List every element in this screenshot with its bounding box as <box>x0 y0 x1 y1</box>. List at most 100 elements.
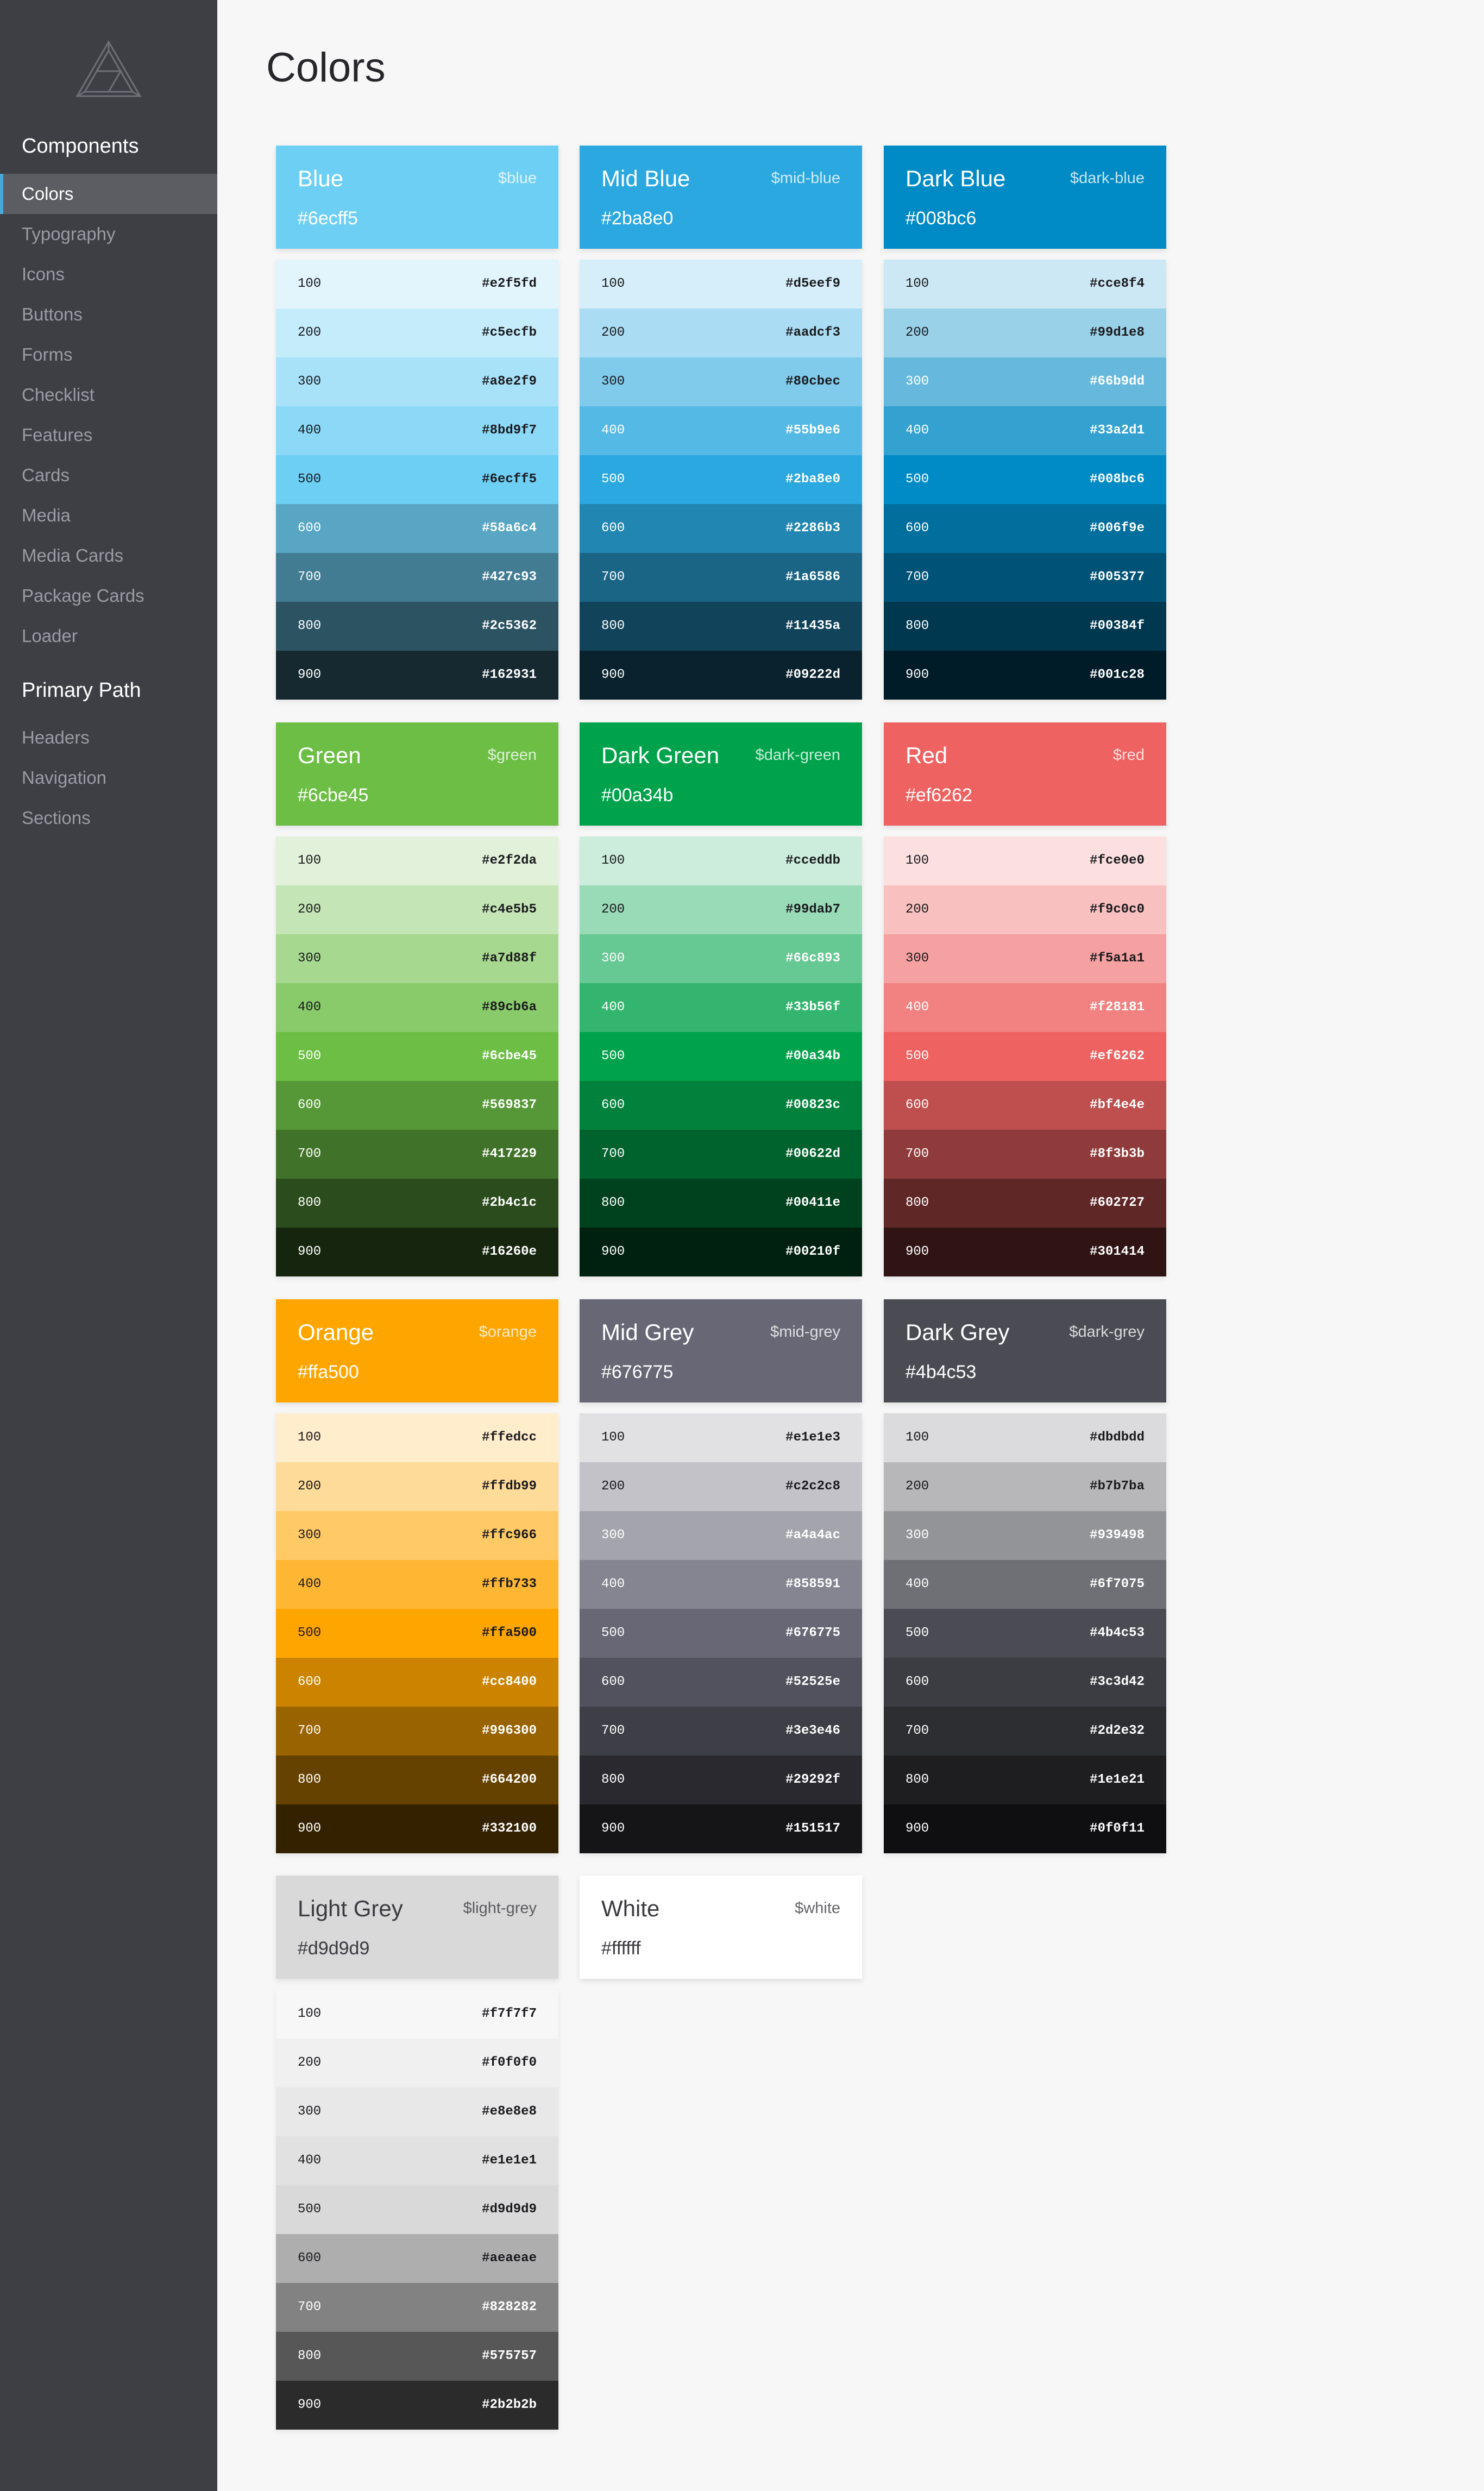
sidebar-item-forms[interactable]: Forms <box>0 335 217 375</box>
shade-number: 400 <box>601 423 625 438</box>
sidebar-item-loader[interactable]: Loader <box>0 616 217 656</box>
shade-hex: #c2c2c8 <box>785 1479 840 1494</box>
shade-row: 600 #52525e <box>580 1658 862 1707</box>
shade-hex: #ef6262 <box>1090 1049 1145 1064</box>
shade-number: 900 <box>298 1244 322 1259</box>
shade-number: 600 <box>298 1098 322 1112</box>
shade-number: 100 <box>298 2006 322 2021</box>
color-card-header: White $white #ffffff <box>580 1876 862 1979</box>
sidebar-item-media[interactable]: Media <box>0 495 217 536</box>
shade-row: 200 #99d1e8 <box>884 309 1166 357</box>
shade-hex: #f9c0c0 <box>1090 902 1145 917</box>
shade-row: 100 #e2f2da <box>276 836 558 885</box>
shade-row: 300 #a4a4ac <box>580 1511 862 1560</box>
shade-row: 800 #29292f <box>580 1756 862 1804</box>
shade-hex: #602727 <box>1090 1196 1145 1210</box>
shade-number: 700 <box>601 570 625 584</box>
shade-number: 400 <box>298 2153 322 2168</box>
shade-number: 500 <box>298 1626 322 1640</box>
color-hex: #676775 <box>601 1362 674 1382</box>
sidebar-item-features[interactable]: Features <box>0 415 217 455</box>
color-card-header: Mid Blue $mid-blue #2ba8e0 <box>580 146 862 249</box>
shade-row: 800 #1e1e21 <box>884 1756 1166 1804</box>
shade-number: 900 <box>906 1821 929 1836</box>
sidebar-item-headers[interactable]: Headers <box>0 718 217 758</box>
shade-number: 600 <box>298 1675 322 1689</box>
shade-number: 700 <box>298 2300 322 2314</box>
sidebar-item-navigation[interactable]: Navigation <box>0 758 217 798</box>
shade-number: 700 <box>906 1723 929 1738</box>
shade-number: 400 <box>906 1577 929 1592</box>
shade-number: 800 <box>601 1196 625 1210</box>
sidebar-item-media-cards[interactable]: Media Cards <box>0 536 217 576</box>
color-card-header: Orange $orange #ffa500 <box>276 1299 558 1402</box>
shade-hex: #4b4c53 <box>1090 1626 1145 1640</box>
shade-number: 300 <box>601 374 625 389</box>
shade-number: 700 <box>906 570 929 584</box>
shade-number: 500 <box>601 472 625 487</box>
shade-hex: #cce8f4 <box>1090 276 1145 291</box>
shade-number: 900 <box>906 668 929 682</box>
shade-number: 900 <box>601 1244 625 1259</box>
shade-row: 800 #2b4c1c <box>276 1179 558 1228</box>
shade-row: 400 #33a2d1 <box>884 406 1166 455</box>
color-card-header: Dark Green $dark-green #00a34b <box>580 722 862 826</box>
shade-number: 100 <box>906 1430 929 1445</box>
shade-hex: #00a34b <box>785 1049 840 1064</box>
shade-row: 900 #162931 <box>276 651 558 700</box>
shade-row: 600 #2286b3 <box>580 504 862 553</box>
color-hex: #008bc6 <box>906 208 977 229</box>
shade-row: 300 #a7d88f <box>276 934 558 983</box>
shade-number: 100 <box>298 853 322 868</box>
color-name: Mid Blue <box>601 166 690 191</box>
color-name: Dark Grey <box>906 1319 1010 1345</box>
shade-row: 800 #575757 <box>276 2332 558 2381</box>
color-variable: $mid-grey <box>770 1323 840 1341</box>
sidebar-item-cards[interactable]: Cards <box>0 455 217 495</box>
impossible-triangle-logo-icon[interactable] <box>75 40 142 98</box>
shade-number: 200 <box>601 902 625 917</box>
shade-hex: #55b9e6 <box>785 423 840 438</box>
shade-hex: #11435a <box>785 619 840 633</box>
shade-hex: #e2f5fd <box>482 276 537 291</box>
shade-row: 300 #66c893 <box>580 934 862 983</box>
sidebar-item-buttons[interactable]: Buttons <box>0 294 217 335</box>
sidebar-item-icons[interactable]: Icons <box>0 254 217 294</box>
shade-number: 400 <box>906 1000 929 1015</box>
sidebar-item-sections[interactable]: Sections <box>0 798 217 838</box>
sidebar-item-typography[interactable]: Typography <box>0 214 217 254</box>
shade-number: 200 <box>601 325 625 340</box>
shade-row: 500 #676775 <box>580 1609 862 1658</box>
sidebar-item-package-cards[interactable]: Package Cards <box>0 576 217 616</box>
color-name: Light Grey <box>298 1896 403 1921</box>
shade-list: 100 #e2f2da 200 #c4e5b5 300 #a7d88f 400 #89cb6a… <box>276 836 558 1276</box>
sidebar-item-colors[interactable]: Colors <box>0 174 217 214</box>
shade-number: 300 <box>298 951 322 966</box>
shade-number: 600 <box>601 1098 625 1112</box>
shade-row: 800 #00384f <box>884 602 1166 651</box>
shade-list: 100 #d5eef9 200 #aadcf3 300 #80cbec 400 #55b9e6… <box>580 260 862 700</box>
shade-row: 100 #cce8f4 <box>884 260 1166 309</box>
shade-row: 900 #2b2b2b <box>276 2381 558 2430</box>
sidebar-item-checklist[interactable]: Checklist <box>0 375 217 415</box>
shade-hex: #ffdb99 <box>482 1479 537 1494</box>
color-card-mid-blue: Mid Blue $mid-blue #2ba8e0 100 #d5eef9 200 #aa… <box>580 146 862 700</box>
color-card-white: White $white #ffffff <box>580 1876 862 1979</box>
shade-row: 800 #664200 <box>276 1756 558 1804</box>
shade-row: 900 #332100 <box>276 1804 558 1853</box>
nav-section-heading: Primary Path <box>22 679 141 702</box>
shade-hex: #828282 <box>482 2300 537 2314</box>
color-hex: #6cbe45 <box>298 785 369 806</box>
shade-list: 100 #cceddb 200 #99dab7 300 #66c893 400 #33b56f… <box>580 836 862 1276</box>
color-name: Blue <box>298 166 344 191</box>
color-card-header: Dark Blue $dark-blue #008bc6 <box>884 146 1166 249</box>
shade-number: 500 <box>906 1049 929 1064</box>
shade-number: 700 <box>298 570 322 584</box>
shade-hex: #00210f <box>785 1244 840 1259</box>
shade-hex: #dbdbdd <box>1090 1430 1145 1445</box>
shade-number: 300 <box>601 1528 625 1543</box>
shade-number: 800 <box>906 1772 929 1787</box>
shade-row: 400 #8bd9f7 <box>276 406 558 455</box>
shade-row: 400 #e1e1e1 <box>276 2136 558 2185</box>
shade-number: 800 <box>601 619 625 633</box>
